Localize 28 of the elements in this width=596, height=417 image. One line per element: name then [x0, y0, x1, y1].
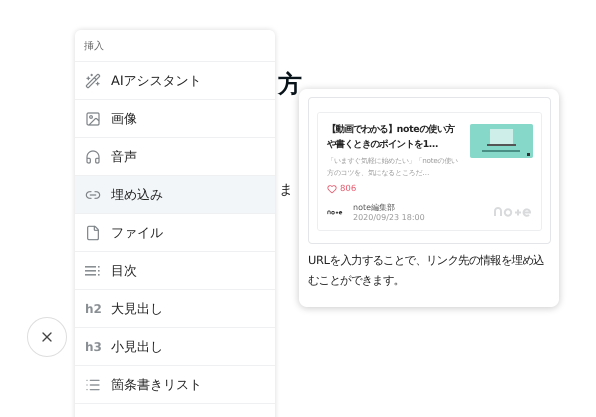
file-icon: [85, 224, 101, 240]
logo-icon: [493, 207, 533, 217]
embed-caption: URLを入力することで、リンク先の情報を埋め込むことができます。: [308, 252, 545, 289]
like-count: 806: [340, 184, 356, 194]
menu-item[interactable]: h3 小見出し: [75, 328, 275, 366]
menu-item[interactable]: AIアシスタント: [75, 62, 275, 100]
headphones-icon: [85, 148, 101, 164]
menu-item[interactable]: 画像: [75, 100, 275, 138]
menu-item[interactable]: ファイル: [75, 214, 275, 252]
menu-item[interactable]: 箇条書きリスト: [75, 366, 275, 404]
close-button[interactable]: [27, 317, 67, 357]
heart-icon: [327, 184, 337, 194]
post-date: 2020/09/23 18:00: [353, 213, 426, 222]
page-heading: 方: [278, 69, 302, 100]
wand-icon: [85, 72, 101, 88]
article-title: 【動画でわかる】noteの使い方や書くときのポイントを1…: [327, 122, 456, 152]
menu-item[interactable]: 音声: [75, 138, 275, 176]
menu-item[interactable]: 目次: [75, 252, 275, 290]
heading-icon: h3: [85, 340, 101, 354]
toc-icon: [85, 264, 101, 276]
body-text: ま: [279, 181, 293, 199]
logo-icon: [327, 210, 343, 214]
list-icon: [85, 376, 101, 392]
heading-icon: h2: [85, 302, 101, 316]
menu-item[interactable]: 埋め込み: [75, 176, 275, 214]
menu-item[interactable]: h2 大見出し: [75, 290, 275, 328]
image-icon: [85, 110, 101, 126]
author-name: note編集部: [353, 202, 396, 213]
